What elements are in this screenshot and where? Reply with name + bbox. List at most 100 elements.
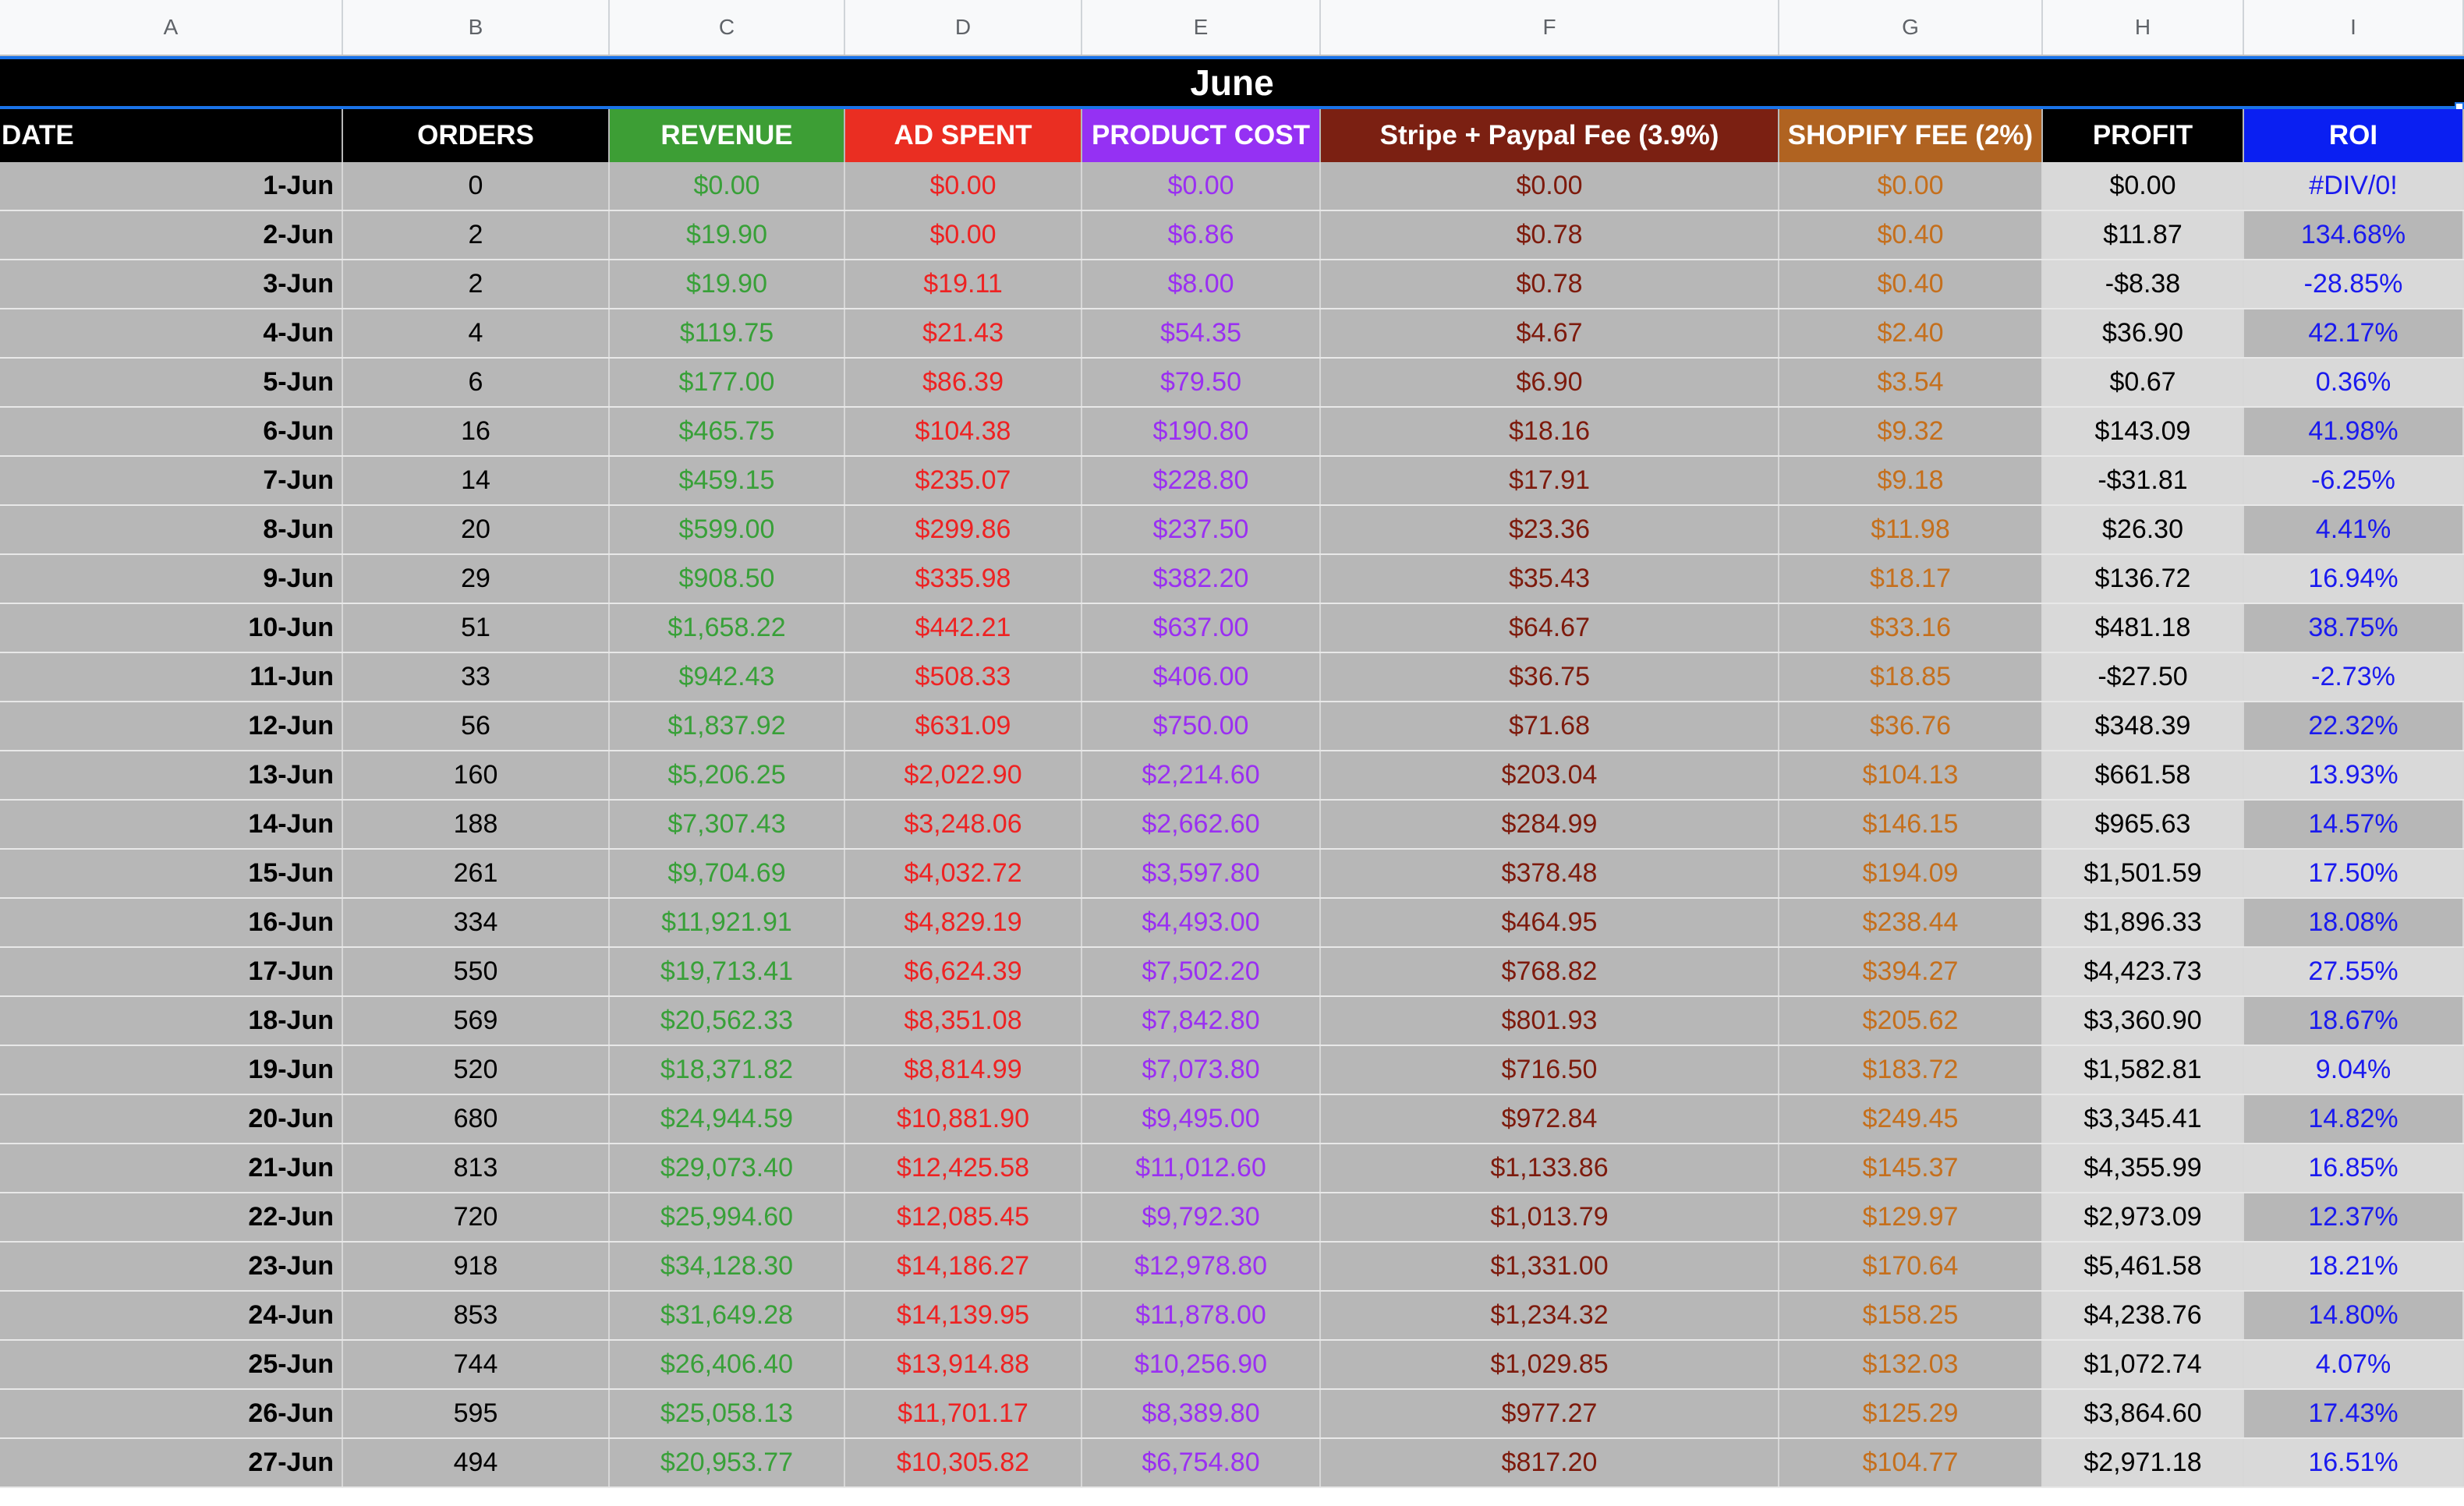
orders-cell[interactable]: 14 xyxy=(343,457,610,504)
orders-cell[interactable]: 0 xyxy=(343,162,610,210)
product-cost-cell[interactable]: $8.00 xyxy=(1082,260,1321,308)
profit-cell[interactable]: $136.72 xyxy=(2043,555,2244,603)
revenue-cell[interactable]: $942.43 xyxy=(610,653,845,701)
header-ad-spent[interactable]: AD SPENT xyxy=(845,109,1082,162)
shopify-fee-cell[interactable]: $194.09 xyxy=(1779,850,2043,897)
profit-cell[interactable]: -$31.81 xyxy=(2043,457,2244,504)
profit-cell[interactable]: $661.58 xyxy=(2043,751,2244,799)
date-cell[interactable]: 4-Jun xyxy=(0,309,343,357)
roi-cell[interactable]: 22.32% xyxy=(2244,702,2464,750)
date-cell[interactable]: 10-Jun xyxy=(0,604,343,652)
ad-spent-cell[interactable]: $442.21 xyxy=(845,604,1082,652)
profit-cell[interactable]: $965.63 xyxy=(2043,801,2244,848)
stripe-paypal-fee-cell[interactable]: $1,029.85 xyxy=(1321,1341,1779,1388)
shopify-fee-cell[interactable]: $36.76 xyxy=(1779,702,2043,750)
profit-cell[interactable]: $0.00 xyxy=(2043,162,2244,210)
revenue-cell[interactable]: $31,649.28 xyxy=(610,1292,845,1339)
product-cost-cell[interactable]: $7,842.80 xyxy=(1082,997,1321,1045)
product-cost-cell[interactable]: $3,597.80 xyxy=(1082,850,1321,897)
profit-cell[interactable]: $143.09 xyxy=(2043,408,2244,455)
date-cell[interactable]: 22-Jun xyxy=(0,1193,343,1241)
profit-cell[interactable]: $4,423.73 xyxy=(2043,948,2244,995)
profit-cell[interactable]: $11.87 xyxy=(2043,211,2244,259)
shopify-fee-cell[interactable]: $0.40 xyxy=(1779,211,2043,259)
profit-cell[interactable]: $3,864.60 xyxy=(2043,1390,2244,1437)
date-cell[interactable]: 7-Jun xyxy=(0,457,343,504)
profit-cell[interactable]: $26.30 xyxy=(2043,506,2244,553)
shopify-fee-cell[interactable]: $0.00 xyxy=(1779,162,2043,210)
roi-cell[interactable]: 41.98% xyxy=(2244,408,2464,455)
stripe-paypal-fee-cell[interactable]: $716.50 xyxy=(1321,1046,1779,1094)
ad-spent-cell[interactable]: $4,829.19 xyxy=(845,899,1082,946)
column-header-b[interactable]: B xyxy=(343,0,610,55)
shopify-fee-cell[interactable]: $18.17 xyxy=(1779,555,2043,603)
ad-spent-cell[interactable]: $12,425.58 xyxy=(845,1144,1082,1192)
roi-cell[interactable]: 4.41% xyxy=(2244,506,2464,553)
date-cell[interactable]: 6-Jun xyxy=(0,408,343,455)
month-title-cell[interactable]: June xyxy=(0,56,2464,109)
ad-spent-cell[interactable]: $104.38 xyxy=(845,408,1082,455)
column-header-d[interactable]: D xyxy=(845,0,1082,55)
roi-cell[interactable]: #DIV/0! xyxy=(2244,162,2464,210)
profit-cell[interactable]: $481.18 xyxy=(2043,604,2244,652)
revenue-cell[interactable]: $1,658.22 xyxy=(610,604,845,652)
orders-cell[interactable]: 520 xyxy=(343,1046,610,1094)
orders-cell[interactable]: 334 xyxy=(343,899,610,946)
date-cell[interactable]: 9-Jun xyxy=(0,555,343,603)
column-header-c[interactable]: C xyxy=(610,0,845,55)
shopify-fee-cell[interactable]: $104.13 xyxy=(1779,751,2043,799)
header-product-cost[interactable]: PRODUCT COST xyxy=(1082,109,1321,162)
stripe-paypal-fee-cell[interactable]: $0.78 xyxy=(1321,211,1779,259)
ad-spent-cell[interactable]: $299.86 xyxy=(845,506,1082,553)
profit-cell[interactable]: $1,582.81 xyxy=(2043,1046,2244,1094)
product-cost-cell[interactable]: $54.35 xyxy=(1082,309,1321,357)
ad-spent-cell[interactable]: $21.43 xyxy=(845,309,1082,357)
roi-cell[interactable]: 0.36% xyxy=(2244,359,2464,406)
revenue-cell[interactable]: $1,837.92 xyxy=(610,702,845,750)
shopify-fee-cell[interactable]: $2.40 xyxy=(1779,309,2043,357)
product-cost-cell[interactable]: $6.86 xyxy=(1082,211,1321,259)
roi-cell[interactable]: 14.80% xyxy=(2244,1292,2464,1339)
roi-cell[interactable]: 13.93% xyxy=(2244,751,2464,799)
stripe-paypal-fee-cell[interactable]: $6.90 xyxy=(1321,359,1779,406)
product-cost-cell[interactable]: $190.80 xyxy=(1082,408,1321,455)
product-cost-cell[interactable]: $7,502.20 xyxy=(1082,948,1321,995)
header-revenue[interactable]: REVENUE xyxy=(610,109,845,162)
stripe-paypal-fee-cell[interactable]: $0.78 xyxy=(1321,260,1779,308)
header-stripe-paypal-fee[interactable]: Stripe + Paypal Fee (3.9%) xyxy=(1321,109,1779,162)
date-cell[interactable]: 14-Jun xyxy=(0,801,343,848)
shopify-fee-cell[interactable]: $170.64 xyxy=(1779,1243,2043,1290)
column-header-f[interactable]: F xyxy=(1321,0,1779,55)
revenue-cell[interactable]: $18,371.82 xyxy=(610,1046,845,1094)
ad-spent-cell[interactable]: $13,914.88 xyxy=(845,1341,1082,1388)
date-cell[interactable]: 5-Jun xyxy=(0,359,343,406)
date-cell[interactable]: 19-Jun xyxy=(0,1046,343,1094)
date-cell[interactable]: 26-Jun xyxy=(0,1390,343,1437)
product-cost-cell[interactable]: $4,493.00 xyxy=(1082,899,1321,946)
profit-cell[interactable]: -$27.50 xyxy=(2043,653,2244,701)
shopify-fee-cell[interactable]: $205.62 xyxy=(1779,997,2043,1045)
revenue-cell[interactable]: $19.90 xyxy=(610,211,845,259)
roi-cell[interactable]: 134.68% xyxy=(2244,211,2464,259)
orders-cell[interactable]: 918 xyxy=(343,1243,610,1290)
product-cost-cell[interactable]: $382.20 xyxy=(1082,555,1321,603)
orders-cell[interactable]: 853 xyxy=(343,1292,610,1339)
shopify-fee-cell[interactable]: $129.97 xyxy=(1779,1193,2043,1241)
date-cell[interactable]: 3-Jun xyxy=(0,260,343,308)
stripe-paypal-fee-cell[interactable]: $18.16 xyxy=(1321,408,1779,455)
product-cost-cell[interactable]: $11,012.60 xyxy=(1082,1144,1321,1192)
revenue-cell[interactable]: $29,073.40 xyxy=(610,1144,845,1192)
product-cost-cell[interactable]: $0.00 xyxy=(1082,162,1321,210)
column-header-h[interactable]: H xyxy=(2043,0,2244,55)
date-cell[interactable]: 20-Jun xyxy=(0,1095,343,1143)
ad-spent-cell[interactable]: $2,022.90 xyxy=(845,751,1082,799)
product-cost-cell[interactable]: $6,754.80 xyxy=(1082,1439,1321,1487)
shopify-fee-cell[interactable]: $9.18 xyxy=(1779,457,2043,504)
ad-spent-cell[interactable]: $19.11 xyxy=(845,260,1082,308)
stripe-paypal-fee-cell[interactable]: $17.91 xyxy=(1321,457,1779,504)
stripe-paypal-fee-cell[interactable]: $23.36 xyxy=(1321,506,1779,553)
revenue-cell[interactable]: $7,307.43 xyxy=(610,801,845,848)
ad-spent-cell[interactable]: $14,139.95 xyxy=(845,1292,1082,1339)
orders-cell[interactable]: 16 xyxy=(343,408,610,455)
stripe-paypal-fee-cell[interactable]: $1,234.32 xyxy=(1321,1292,1779,1339)
